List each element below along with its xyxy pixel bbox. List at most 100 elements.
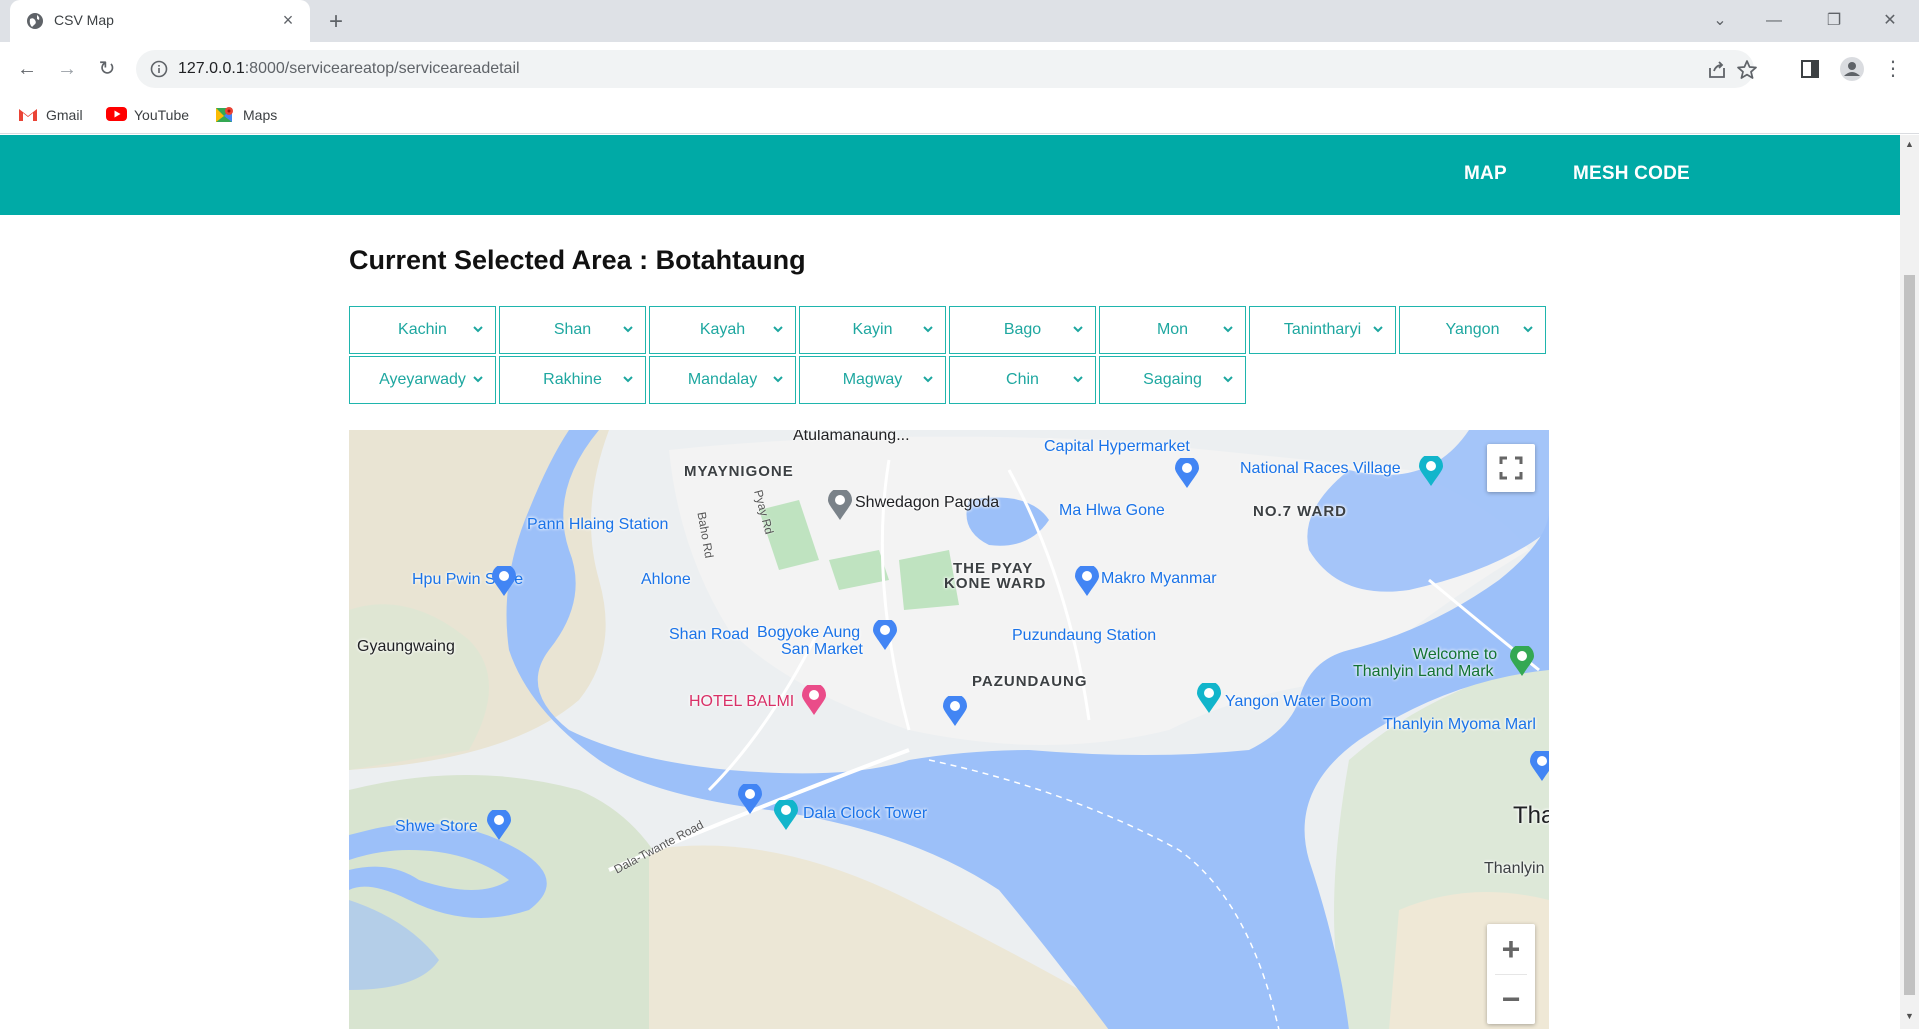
- fullscreen-icon: [1499, 456, 1523, 480]
- region-dropdown-kayah[interactable]: Kayah: [649, 306, 796, 354]
- page-scrollbar[interactable]: ▲ ▼: [1900, 135, 1919, 1029]
- browser-toolbar: ← → ↻ 127.0.0.1:8000/serviceareatop/serv…: [0, 42, 1919, 96]
- address-bar[interactable]: 127.0.0.1:8000/serviceareatop/serviceare…: [136, 50, 1757, 88]
- share-icon[interactable]: [1706, 59, 1728, 81]
- region-label: Sagaing: [1143, 371, 1202, 388]
- chevron-down-icon: [1373, 326, 1383, 333]
- shopping-pin-icon[interactable]: [1075, 566, 1099, 596]
- shopping-pin-icon[interactable]: [873, 620, 897, 650]
- pagoda-pin-icon[interactable]: [828, 490, 852, 520]
- region-label: Mon: [1156, 321, 1189, 338]
- region-dropdown-mandalay[interactable]: Mandalay: [649, 356, 796, 404]
- region-label: Mandalay: [687, 371, 758, 388]
- region-dropdown-yangon[interactable]: Yangon: [1399, 306, 1546, 354]
- zoom-control: + −: [1487, 924, 1535, 1024]
- map-label: Puzundaung Station: [1012, 627, 1157, 644]
- tab-title: CSV Map: [54, 12, 114, 28]
- new-tab-icon[interactable]: +: [322, 8, 350, 36]
- museum-pin-icon[interactable]: [1419, 456, 1443, 486]
- map-label: Pann Hlaing Station: [527, 516, 669, 533]
- hotel-pin-icon[interactable]: [802, 685, 826, 715]
- bookmark-label: YouTube: [134, 107, 190, 123]
- region-label: Kachin: [398, 321, 447, 338]
- region-label: Chin: [1006, 371, 1039, 388]
- region-dropdown-rakhine[interactable]: Rakhine: [499, 356, 646, 404]
- info-icon[interactable]: [150, 60, 168, 78]
- region-dropdown-kayin[interactable]: Kayin: [799, 306, 946, 354]
- region-label: Shan: [553, 321, 592, 338]
- map-label: Capital Hypermarket: [1044, 438, 1190, 455]
- chevron-down-icon: [1523, 326, 1533, 333]
- close-tab-icon[interactable]: ×: [278, 10, 298, 30]
- url-text[interactable]: 127.0.0.1:8000/serviceareatop/serviceare…: [178, 60, 520, 78]
- region-label: Ayeyarwady: [379, 371, 466, 388]
- map-label: Bogyoke Aung: [757, 624, 861, 641]
- chevron-down-icon: [923, 376, 933, 383]
- region-dropdown-bago[interactable]: Bago: [949, 306, 1096, 354]
- shopping-pin-icon[interactable]: [943, 696, 967, 726]
- map-label: Thanlyin Land Mark: [1353, 663, 1494, 680]
- map-label: Welcome to: [1413, 646, 1498, 663]
- water-park-pin-icon[interactable]: [1197, 683, 1221, 713]
- region-dropdown-tanintharyi[interactable]: Tanintharyi: [1249, 306, 1396, 354]
- fullscreen-button[interactable]: [1487, 444, 1535, 492]
- region-dropdown-chin[interactable]: Chin: [949, 356, 1096, 404]
- scroll-up-icon[interactable]: ▲: [1904, 139, 1915, 151]
- zoom-in-button[interactable]: +: [1487, 924, 1535, 974]
- page-viewport: MAP MESH CODE Current Selected Area : Bo…: [0, 135, 1900, 1029]
- region-label: Yangon: [1445, 321, 1500, 338]
- bookmark-gmail[interactable]: Gmail: [18, 104, 83, 126]
- back-icon[interactable]: ←: [10, 52, 44, 86]
- nav-link-mesh-code[interactable]: MESH CODE: [1573, 163, 1690, 185]
- bookmark-youtube[interactable]: YouTube: [106, 104, 189, 126]
- region-dropdown-magway[interactable]: Magway: [799, 356, 946, 404]
- map-label: Yangon Water Boom: [1225, 693, 1372, 710]
- map-label: KONE WARD: [944, 575, 1047, 592]
- forward-icon[interactable]: →: [50, 52, 84, 86]
- menu-kebab-icon[interactable]: ⋮: [1878, 52, 1908, 86]
- landmark-pin-icon[interactable]: [1510, 646, 1534, 676]
- map-label: NO.7 WARD: [1253, 503, 1348, 520]
- clock-tower-pin-icon[interactable]: [774, 800, 798, 830]
- map-label: Dala Clock Tower: [803, 805, 928, 822]
- region-dropdown-shan[interactable]: Shan: [499, 306, 646, 354]
- browser-tab[interactable]: CSV Map ×: [10, 0, 310, 42]
- profile-avatar-icon[interactable]: [1839, 56, 1865, 82]
- side-panel-icon[interactable]: [1797, 56, 1823, 82]
- shopping-pin-icon[interactable]: [1530, 751, 1549, 781]
- scroll-down-icon[interactable]: ▼: [1904, 1011, 1915, 1023]
- scroll-thumb[interactable]: [1904, 275, 1915, 995]
- map-label: PAZUNDAUNG: [972, 673, 1088, 690]
- zoom-out-button[interactable]: −: [1487, 974, 1535, 1024]
- shopping-pin-icon[interactable]: [1175, 458, 1199, 488]
- region-dropdown-mon[interactable]: Mon: [1099, 306, 1246, 354]
- bookmark-maps[interactable]: Maps: [215, 104, 277, 126]
- star-icon[interactable]: [1736, 59, 1758, 81]
- bookmark-label: Gmail: [46, 107, 83, 123]
- bookmarks-bar: Gmail YouTube Maps: [0, 96, 1919, 134]
- close-window-icon[interactable]: ✕: [1870, 6, 1910, 36]
- chevron-down-icon: [623, 376, 633, 383]
- region-dropdown-sagaing[interactable]: Sagaing: [1099, 356, 1246, 404]
- site-navbar: MAP MESH CODE: [0, 135, 1900, 215]
- chevron-down-icon: [773, 376, 783, 383]
- region-label: Tanintharyi: [1283, 321, 1362, 338]
- region-dropdown-kachin[interactable]: Kachin: [349, 306, 496, 354]
- chevron-down-icon: [473, 376, 483, 383]
- shopping-pin-icon[interactable]: [487, 810, 511, 840]
- map-canvas[interactable]: Atulamanaung... Capital Hypermarket Nati…: [349, 430, 1549, 1029]
- restore-icon[interactable]: ❐: [1814, 6, 1854, 36]
- tab-search-icon[interactable]: ⌄: [1700, 6, 1740, 36]
- reload-icon[interactable]: ↻: [90, 52, 124, 86]
- map-label: Ma Hlwa Gone: [1059, 502, 1165, 519]
- region-dropdown-ayeyarwady[interactable]: Ayeyarwady: [349, 356, 496, 404]
- chevron-down-icon: [1223, 326, 1233, 333]
- nav-link-map[interactable]: MAP: [1464, 163, 1507, 185]
- shopping-pin-icon[interactable]: [492, 566, 516, 596]
- shopping-pin-icon[interactable]: [738, 784, 762, 814]
- map-label: Tha: [1513, 802, 1549, 829]
- map-label: National Races Village: [1240, 460, 1401, 477]
- map-label: Thanlyin Myoma Marl: [1383, 716, 1536, 733]
- chevron-down-icon: [923, 326, 933, 333]
- minimize-icon[interactable]: —: [1754, 6, 1794, 36]
